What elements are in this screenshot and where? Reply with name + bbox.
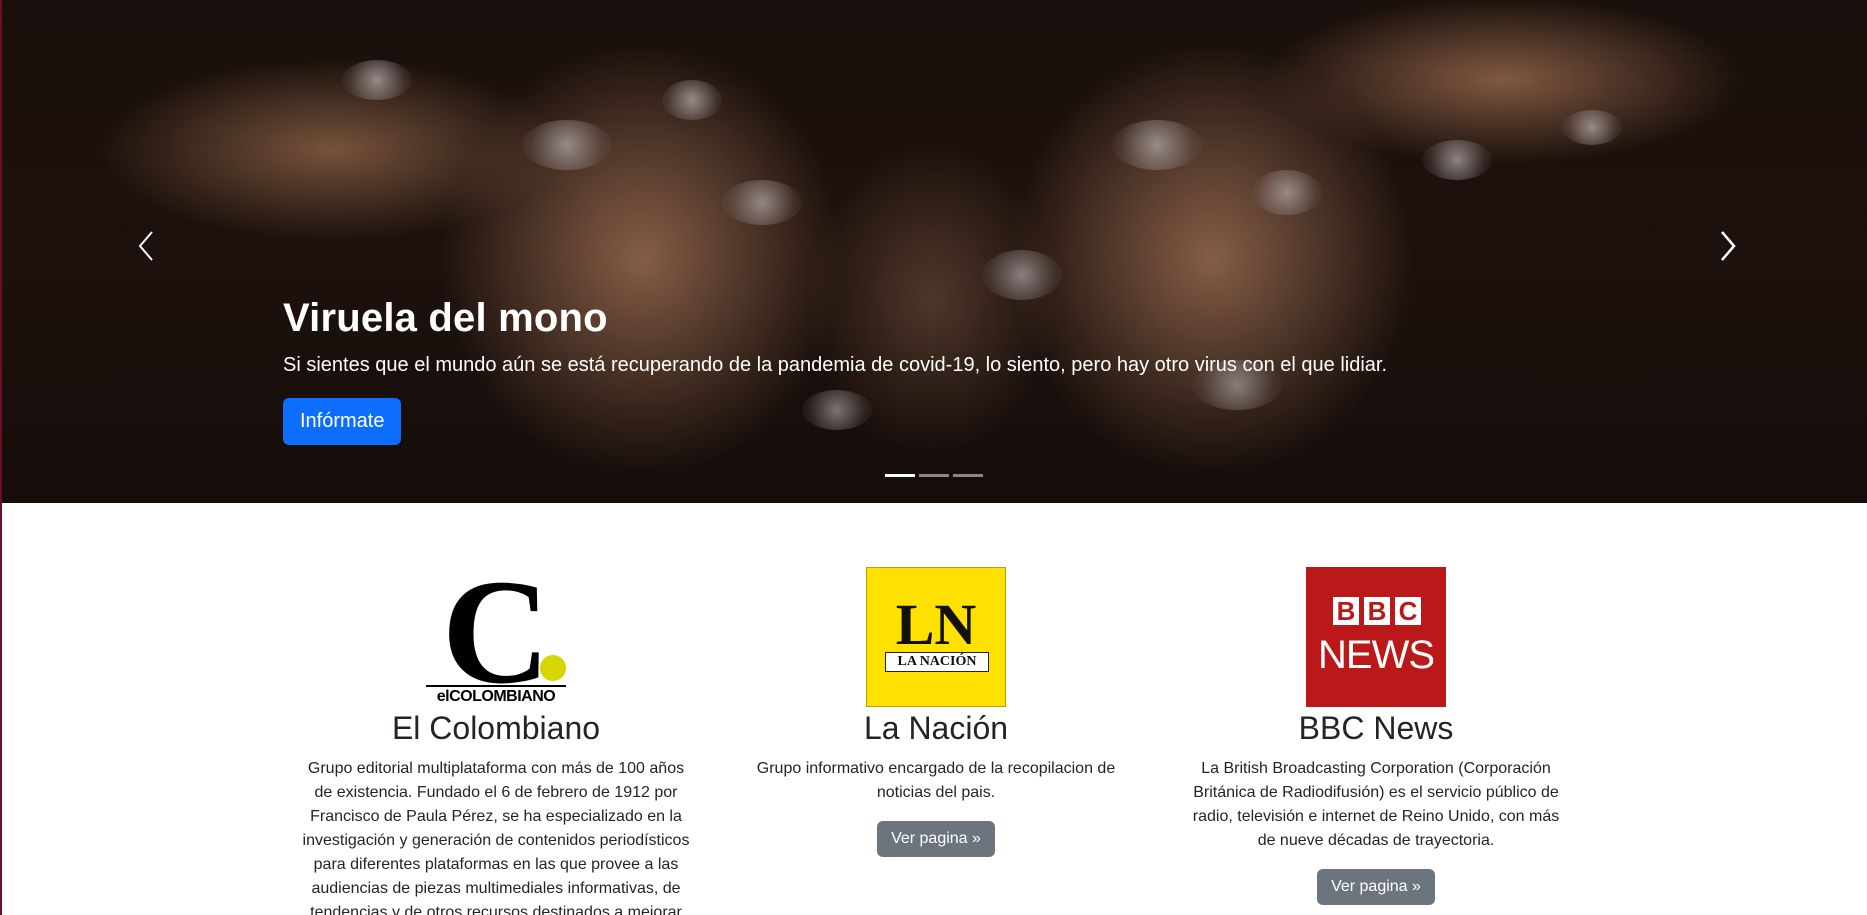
chevron-right-icon bbox=[1718, 230, 1738, 267]
source-description: Grupo informativo encargado de la recopi… bbox=[756, 760, 1116, 801]
source-description: La British Broadcasting Corporation (Cor… bbox=[1192, 760, 1560, 849]
source-title: BBC News bbox=[1298, 710, 1454, 746]
source-title: La Nación bbox=[863, 710, 1009, 746]
news-sources: C elCOLOMBIANO El Colombiano Grupo edito… bbox=[2, 503, 1867, 915]
source-el-colombiano: C elCOLOMBIANO El Colombiano Grupo edito… bbox=[296, 567, 696, 915]
carousel-indicator-3[interactable] bbox=[953, 474, 983, 477]
slide-text: Si sientes que el mundo aún se está recu… bbox=[283, 354, 1388, 376]
source-description: Grupo editorial multiplataforma con más … bbox=[302, 760, 690, 915]
carousel-caption: Viruela del mono Si sientes que el mundo… bbox=[283, 294, 1387, 445]
carousel-next-button[interactable] bbox=[1708, 228, 1748, 268]
ver-pagina-button[interactable]: Ver pagina » bbox=[1317, 869, 1435, 905]
la-nacion-logo: LN LA NACIÓN bbox=[866, 567, 1006, 707]
carousel-indicators bbox=[885, 474, 983, 477]
bbc-news-logo: B B C NEWS bbox=[1306, 567, 1446, 707]
carousel-prev-button[interactable] bbox=[126, 228, 166, 268]
el-colombiano-logo: C elCOLOMBIANO bbox=[426, 567, 566, 707]
page: Viruela del mono Si sientes que el mundo… bbox=[0, 0, 1867, 915]
carousel-indicator-1[interactable] bbox=[885, 474, 915, 477]
slide-title: Viruela del mono bbox=[283, 296, 608, 340]
source-la-nacion: LN LA NACIÓN La Nación Grupo informativo… bbox=[736, 567, 1136, 857]
informate-button[interactable]: Infórmate bbox=[283, 398, 402, 445]
source-bbc-news: B B C NEWS BBC News La British Broadcast… bbox=[1176, 567, 1576, 905]
carousel-indicator-2[interactable] bbox=[919, 474, 949, 477]
source-title: El Colombiano bbox=[391, 710, 601, 746]
ver-pagina-button[interactable]: Ver pagina » bbox=[877, 821, 995, 857]
hero-carousel: Viruela del mono Si sientes que el mundo… bbox=[2, 0, 1867, 503]
chevron-left-icon bbox=[136, 230, 156, 267]
